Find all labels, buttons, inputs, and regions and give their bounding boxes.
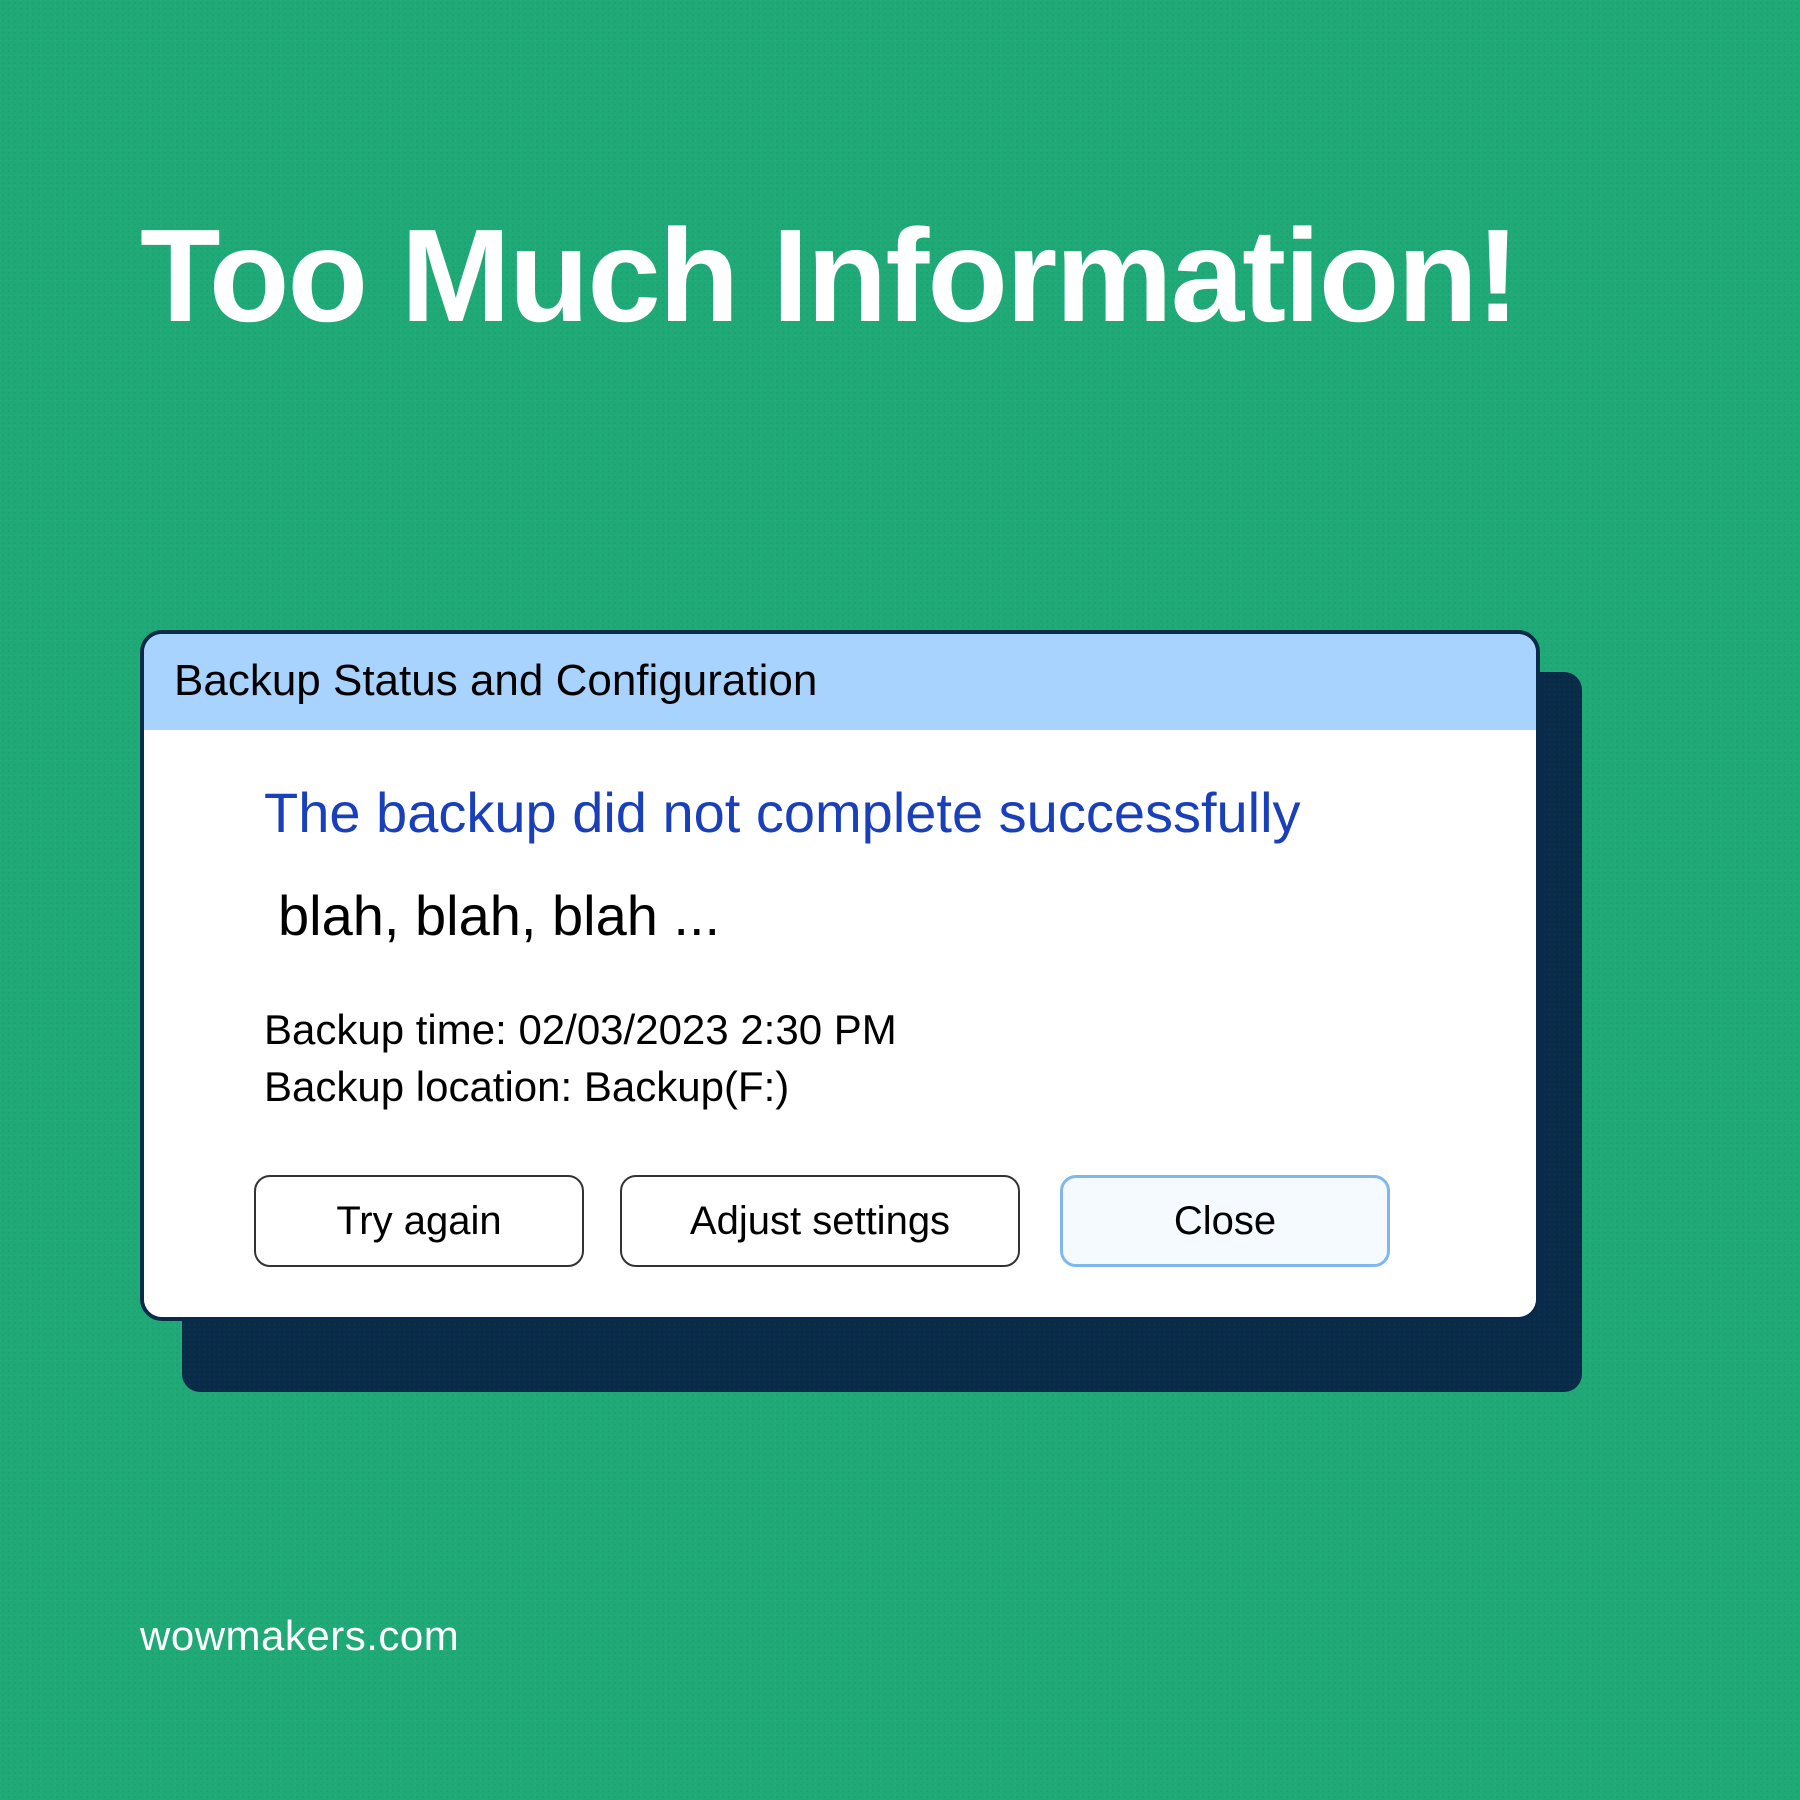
dialog-titlebar: Backup Status and Configuration (144, 634, 1536, 730)
dialog-body: The backup did not complete successfully… (144, 730, 1536, 1317)
dialog-button-row: Try again Adjust settings Close (254, 1175, 1466, 1267)
dialog-backup-location: Backup location: Backup(F:) (264, 1059, 1466, 1116)
dialog-error-message: The backup did not complete successfully (264, 780, 1466, 845)
backup-status-dialog: Backup Status and Configuration The back… (140, 630, 1540, 1321)
page-headline: Too Much Information! (140, 200, 1518, 351)
dialog-extra-text: blah, blah, blah ... (278, 883, 1466, 948)
close-button[interactable]: Close (1060, 1175, 1390, 1267)
dialog-title: Backup Status and Configuration (174, 656, 817, 705)
try-again-button[interactable]: Try again (254, 1175, 584, 1267)
dialog-wrapper: Backup Status and Configuration The back… (140, 630, 1540, 1321)
dialog-backup-time: Backup time: 02/03/2023 2:30 PM (264, 1002, 1466, 1059)
adjust-settings-button[interactable]: Adjust settings (620, 1175, 1020, 1267)
footer-brand: wowmakers.com (140, 1612, 459, 1660)
